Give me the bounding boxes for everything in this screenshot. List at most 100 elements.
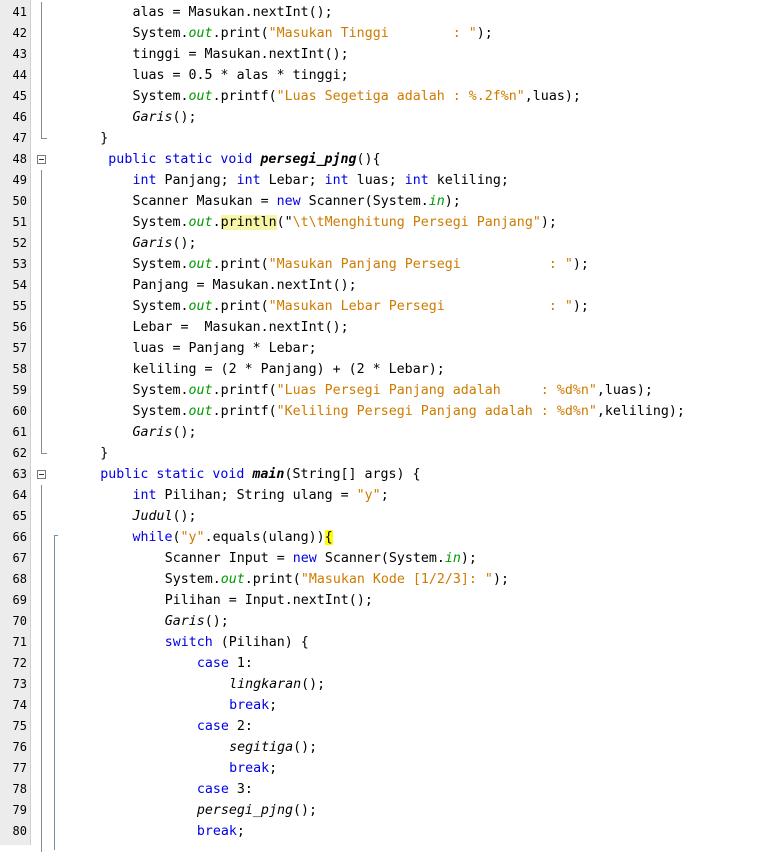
code-line[interactable]: public static void persegi_pjng(){ [100,149,380,170]
code-line[interactable]: System.out.print("Masukan Tinggi : "); [133,23,493,44]
code-token: ; [236,824,245,839]
code-token: Panjang; [156,173,237,188]
code-token: System. [132,89,189,104]
code-line[interactable]: luas = Panjang * Lebar; [133,338,317,359]
code-line[interactable]: while("y".equals(ulang)){ [133,527,333,548]
code-editor[interactable]: 41 42 43 44 45 46 47 48 49 50 51 52 53 54 55 56 57 58 59 60… [0,0,778,852]
line-number: 62 [12,446,27,460]
code-token: .print( [244,572,301,587]
line-number: 47 [12,131,27,145]
code-line[interactable]: Scanner Input = new Scanner(System.in); [165,548,477,569]
line-number: 57 [12,341,27,355]
code-token: .print( [212,26,269,41]
code-token: case [196,656,229,671]
code-token: "Luas Segetiga adalah : %.2f%n" [276,89,525,104]
code-line[interactable]: System.out.printf("Keliling Persegi Panj… [133,401,685,422]
code-token: .print( [212,299,269,314]
code-token: Scanner(System. [300,194,429,209]
code-line[interactable]: lingkaran(); [229,674,325,695]
code-token: out [188,404,213,419]
line-number: 79 [12,803,27,817]
code-line[interactable]: tinggi = Masukan.nextInt(); [133,44,349,65]
fold-range-line [41,2,42,138]
line-number: 63 [12,467,27,481]
block-scope-line [54,535,55,850]
line-number: 50 [12,194,27,208]
code-line[interactable]: int Pilihan; String ulang = "y"; [133,485,389,506]
code-line[interactable]: Garis(); [133,107,197,128]
code-line[interactable]: Lebar = Masukan.nextInt(); [133,317,349,338]
code-token: switch [164,635,213,650]
code-token: new [292,551,317,566]
code-token: (); [204,614,229,629]
code-line[interactable]: case 1: [197,653,253,674]
code-token: System. [164,572,221,587]
code-token: Scanner Masukan = [132,194,277,209]
code-token: alas = Masukan.nextInt(); [132,5,333,20]
code-line[interactable]: segitiga(); [229,737,317,758]
code-line[interactable]: Garis(); [133,233,197,254]
code-token: println [220,215,277,230]
code-token: (Pilihan) { [212,635,309,650]
fold-toggle-icon[interactable] [37,470,46,479]
code-token: System. [132,404,189,419]
code-token: luas = 0.5 * alas * tinggi; [132,68,349,83]
code-line[interactable]: int Panjang; int Lebar; int luas; int ke… [133,170,509,191]
fold-toggle-icon[interactable] [37,155,46,164]
code-line[interactable]: System.out.print("Masukan Kode [1/2/3]: … [165,569,509,590]
code-token: int [324,173,349,188]
fold-range-line [41,485,42,852]
code-token: ); [476,26,493,41]
code-line[interactable]: Garis(); [165,611,229,632]
code-line[interactable]: Garis(); [133,422,197,443]
code-token: public static void [100,152,261,167]
line-number: 70 [12,614,27,628]
code-token: (" [276,215,293,230]
code-line[interactable]: System.out.printf("Luas Persegi Panjang … [133,380,653,401]
code-line[interactable]: break; [229,758,277,779]
code-token: \t\tMenghitung Persegi Panjang" [292,215,541,230]
line-number: 51 [12,215,27,229]
line-number-gutter: 41 42 43 44 45 46 47 48 49 50 51 52 53 54 55 56 57 58 59 60… [0,0,31,845]
code-token: keliling = (2 * Panjang) + (2 * Lebar); [132,362,445,377]
code-line[interactable]: public static void main(String[] args) { [100,464,420,485]
code-token: Garis [132,236,173,251]
code-token: out [188,383,213,398]
code-token: ,keliling); [596,404,685,419]
code-token: persegi_pjng [196,803,293,818]
code-line[interactable]: break; [229,695,277,716]
code-line[interactable]: case 2: [197,716,253,737]
code-line[interactable]: } [100,128,108,149]
line-number: 77 [12,761,27,775]
code-line[interactable]: persegi_pjng(); [197,800,317,821]
code-token: "Masukan Lebar Persegi : " [268,299,573,314]
code-line[interactable]: break; [197,821,245,842]
code-line[interactable]: } [100,443,108,464]
line-number: 44 [12,68,27,82]
code-token: .equals(ulang)) [204,530,325,545]
code-line[interactable]: switch (Pilihan) { [165,632,309,653]
fold-range-line [41,170,42,453]
code-token: { [324,530,333,545]
code-line[interactable]: keliling = (2 * Panjang) + (2 * Lebar); [133,359,445,380]
code-line[interactable]: System.out.print("Masukan Lebar Persegi … [133,296,589,317]
code-line[interactable]: System.out.println("\t\tMenghitung Perse… [133,212,557,233]
code-line[interactable]: luas = 0.5 * alas * tinggi; [133,65,349,86]
code-token: "Keliling Persegi Panjang adalah : %d%n" [276,404,597,419]
code-line[interactable]: Judul(); [133,506,197,527]
code-token: (); [172,110,197,125]
line-number: 60 [12,404,27,418]
code-line[interactable]: System.out.printf("Luas Segetiga adalah … [133,86,581,107]
code-line[interactable]: Panjang = Masukan.nextInt(); [133,275,357,296]
code-token: break [229,698,270,713]
code-token: ); [460,551,477,566]
code-line[interactable]: case 3: [197,779,253,800]
code-token: (); [172,425,197,440]
code-token: 2: [228,719,253,734]
code-token: ); [444,194,461,209]
code-token: case [196,719,229,734]
code-line[interactable]: System.out.print("Masukan Panjang Perseg… [133,254,589,275]
code-line[interactable]: Scanner Masukan = new Scanner(System.in)… [133,191,461,212]
code-line[interactable]: Pilihan = Input.nextInt(); [165,590,373,611]
code-line[interactable]: alas = Masukan.nextInt(); [133,2,333,23]
